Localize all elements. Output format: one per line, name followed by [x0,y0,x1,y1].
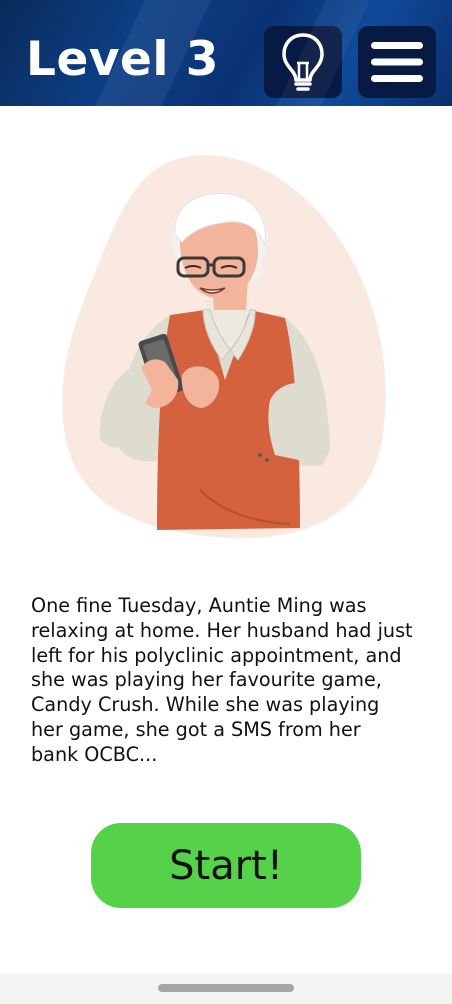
menu-button[interactable] [358,26,436,98]
hamburger-menu-icon [371,42,423,82]
start-button[interactable]: Start! [91,823,361,908]
lightbulb-icon [282,33,324,91]
level-title: Level 3 [26,32,220,87]
story-text: One fine Tuesday, Auntie Ming was relaxi… [31,594,413,766]
top-bar: Level 3 [0,0,452,106]
auntie-ming-illustration [60,150,390,545]
elderly-woman-with-phone-image [62,155,386,539]
hint-button[interactable] [264,26,342,98]
home-indicator[interactable] [158,984,294,992]
